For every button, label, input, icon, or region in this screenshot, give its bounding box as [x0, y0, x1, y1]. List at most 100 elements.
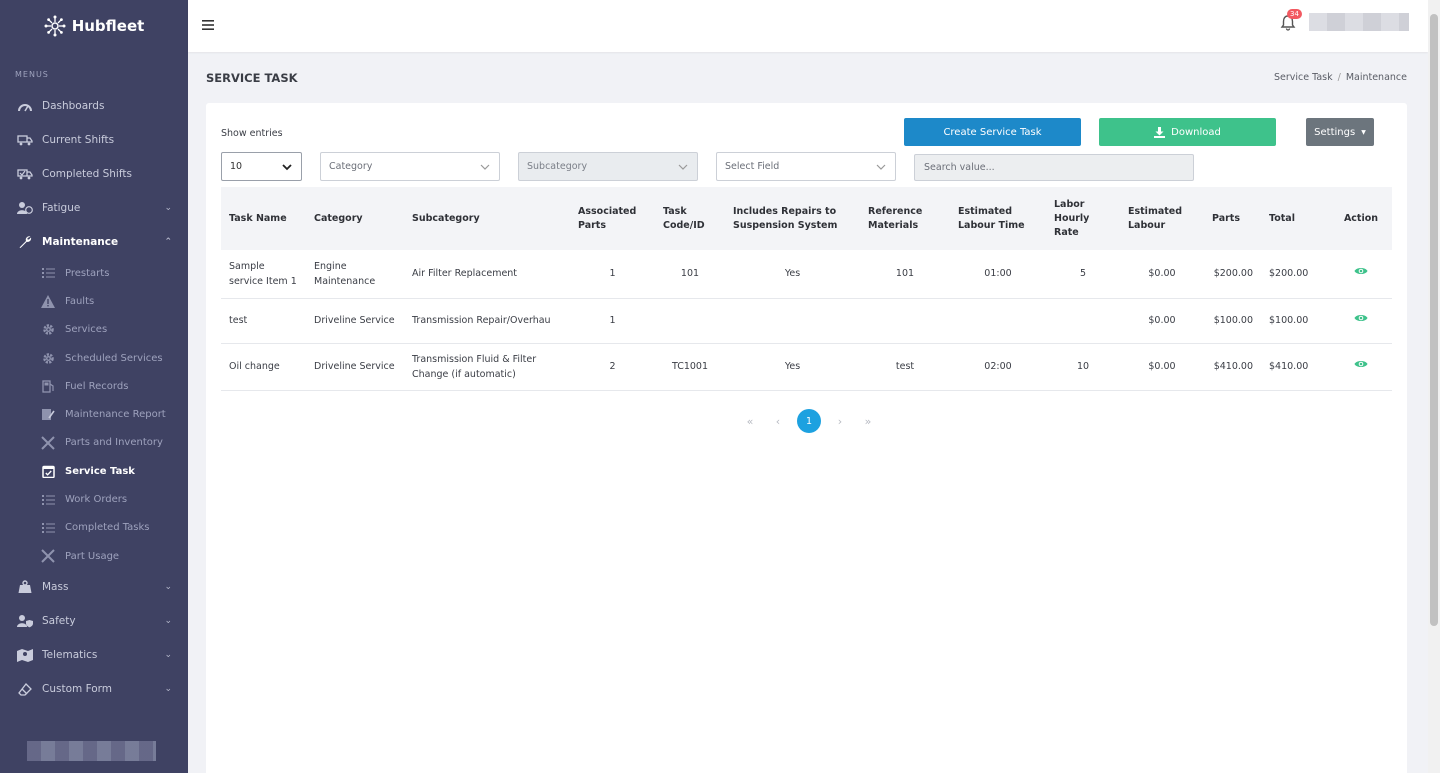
cell-task-code — [655, 298, 725, 344]
create-service-task-label: Create Service Task — [943, 126, 1042, 138]
download-button[interactable]: Download — [1099, 118, 1276, 146]
sidebar-item-telematics[interactable]: Telematics ⌄ — [0, 638, 188, 672]
sidebar-subitem-completed-tasks[interactable]: Completed Tasks — [0, 514, 188, 542]
brand[interactable]: Hubfleet — [0, 0, 188, 52]
sidebar-subitem-service-task[interactable]: Service Task — [0, 457, 188, 485]
pagination-prev[interactable]: ‹ — [769, 415, 787, 428]
cell-hourly-rate: 10 — [1046, 343, 1120, 391]
column-header[interactable]: Category — [306, 187, 404, 250]
settings-dropdown-button[interactable]: Settings ▼ — [1306, 118, 1374, 146]
chevron-down-icon: ⌄ — [164, 203, 172, 213]
column-header[interactable]: Total — [1261, 187, 1330, 250]
pagination-page-1[interactable]: 1 — [797, 409, 821, 433]
tools-icon — [40, 548, 56, 564]
sidebar-subitem-services[interactable]: Services — [0, 316, 188, 344]
search-input[interactable] — [914, 154, 1194, 181]
column-header[interactable]: Task Code/ID — [655, 187, 725, 250]
truck-check-icon — [16, 165, 34, 183]
sidebar-item-safety[interactable]: Safety ⌄ — [0, 604, 188, 638]
sidebar-item-label: Service Task — [65, 465, 135, 477]
user-menu[interactable] — [1309, 13, 1409, 31]
cell-suspension-repairs: Yes — [725, 343, 860, 391]
sidebar-item-custom-form[interactable]: Custom Form ⌄ — [0, 672, 188, 706]
weight-icon — [16, 578, 34, 596]
caret-down-icon: ▼ — [1361, 128, 1366, 136]
cell-reference-materials — [860, 298, 950, 344]
view-eye-icon[interactable] — [1354, 359, 1368, 369]
view-eye-icon[interactable] — [1354, 266, 1368, 276]
notification-badge: 34 — [1287, 9, 1302, 19]
column-header[interactable]: Includes Repairs to Suspension System — [725, 187, 860, 250]
sidebar-item-label: Custom Form — [42, 683, 113, 696]
chevron-down-icon: ⌄ — [164, 616, 172, 627]
menu-toggle-icon[interactable] — [202, 19, 214, 31]
sidebar-item-label: Telematics — [42, 649, 98, 662]
column-header[interactable]: Parts — [1204, 187, 1261, 250]
column-header[interactable]: Reference Materials — [860, 187, 950, 250]
sidebar-subitem-part-usage[interactable]: Part Usage — [0, 542, 188, 570]
sidebar-subitem-scheduled-services[interactable]: Scheduled Services — [0, 344, 188, 372]
fuel-icon — [40, 378, 56, 394]
redacted-placeholder — [27, 741, 156, 761]
cell-total: $410.00 — [1261, 343, 1330, 391]
cell-subcategory: Transmission Repair/Overhau — [404, 298, 570, 344]
sidebar-subitem-maintenance-report[interactable]: Maintenance Report — [0, 400, 188, 428]
column-header: Action — [1330, 187, 1392, 250]
breadcrumb-maintenance[interactable]: Maintenance — [1346, 72, 1407, 83]
chevron-up-icon: ⌃ — [164, 237, 172, 247]
sidebar-item-label: Services — [65, 324, 108, 336]
column-header[interactable]: Labor Hourly Rate — [1046, 187, 1120, 250]
sidebar-subitem-faults[interactable]: Faults — [0, 287, 188, 315]
category-select[interactable]: Category — [320, 152, 500, 181]
brand-name: Hubfleet — [71, 17, 145, 35]
tools-icon — [40, 435, 56, 451]
checklist-icon — [40, 520, 56, 536]
sidebar-item-label: Faults — [65, 295, 95, 307]
scrollbar-thumb[interactable] — [1430, 14, 1438, 626]
select-field-dropdown[interactable]: Select Field — [716, 152, 896, 181]
topbar: 34 — [188, 0, 1428, 52]
create-service-task-button[interactable]: Create Service Task — [904, 118, 1081, 146]
breadcrumb-service-task[interactable]: Service Task — [1274, 72, 1333, 83]
page-scrollbar[interactable] — [1428, 0, 1440, 773]
pagination-first[interactable]: « — [741, 415, 759, 428]
sidebar-subitem-fuel-records[interactable]: Fuel Records — [0, 372, 188, 400]
view-eye-icon[interactable] — [1354, 313, 1368, 323]
sidebar-item-current-shifts[interactable]: Current Shifts — [0, 123, 188, 157]
sidebar-subitem-parts-and-inventory[interactable]: Parts and Inventory — [0, 429, 188, 457]
chevron-down-icon: ⌄ — [164, 582, 172, 593]
pagination-last[interactable]: » — [859, 415, 877, 428]
column-header[interactable]: Associated Parts — [570, 187, 655, 250]
sidebar-subitem-work-orders[interactable]: Work Orders — [0, 485, 188, 513]
entries-select[interactable]: 10 — [221, 152, 302, 181]
cell-task-name: Oil change — [221, 343, 306, 391]
cell-category: Engine Maintenance — [306, 250, 404, 299]
sidebar-item-label: Dashboards — [42, 100, 105, 112]
column-header[interactable]: Estimated Labour — [1120, 187, 1204, 250]
sidebar-subitem-prestarts[interactable]: Prestarts — [0, 259, 188, 287]
sidebar-item-maintenance[interactable]: Maintenance ⌃ — [0, 225, 188, 259]
truck-icon — [16, 131, 34, 149]
sidebar-item-fatigue[interactable]: Fatigue ⌄ — [0, 191, 188, 225]
wrench-icon — [16, 233, 34, 251]
pagination-next[interactable]: › — [831, 415, 849, 428]
hubfleet-logo-icon — [44, 15, 66, 37]
cell-task-name: Sample service Item 1 — [221, 250, 306, 299]
sidebar-item-dashboards[interactable]: Dashboards — [0, 89, 188, 123]
column-header[interactable]: Subcategory — [404, 187, 570, 250]
settings-label: Settings — [1314, 126, 1356, 138]
column-header[interactable]: Task Name — [221, 187, 306, 250]
eraser-icon — [16, 680, 34, 698]
service-task-table: Task Name Category Subcategory Associate… — [221, 187, 1392, 391]
sidebar-item-completed-shifts[interactable]: Completed Shifts — [0, 157, 188, 191]
cell-labour-time: 01:00 — [950, 250, 1046, 299]
cell-reference-materials: test — [860, 343, 950, 391]
show-entries-label: Show entries — [221, 128, 283, 139]
service-task-card: Show entries Create Service Task Downloa… — [206, 103, 1407, 773]
cell-action — [1330, 298, 1392, 344]
column-header[interactable]: Estimated Labour Time — [950, 187, 1046, 250]
sidebar-item-mass[interactable]: Mass ⌄ — [0, 570, 188, 604]
cell-task-code: 101 — [655, 250, 725, 299]
subcategory-select[interactable]: Subcategory — [518, 152, 698, 181]
cell-task-code: TC1001 — [655, 343, 725, 391]
